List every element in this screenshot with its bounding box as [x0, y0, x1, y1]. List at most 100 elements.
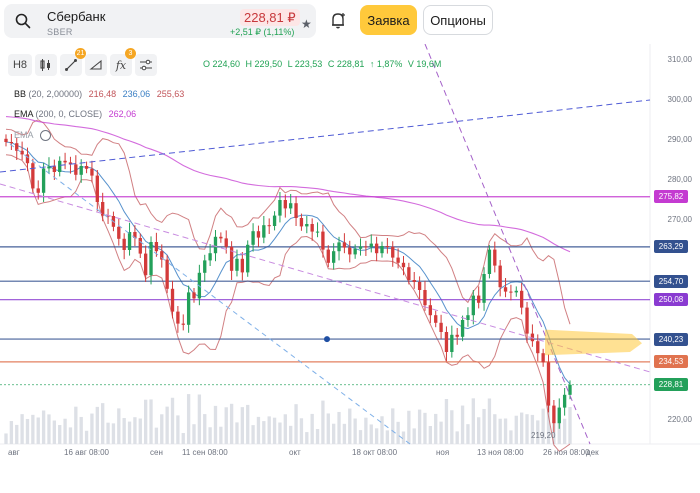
high-value: H 229,50 — [245, 59, 283, 69]
volume-bar — [79, 416, 83, 444]
volume-bar — [90, 413, 94, 444]
candle-body — [165, 259, 169, 289]
candle-body — [321, 231, 325, 250]
candle-body — [374, 243, 379, 254]
candle-body — [552, 405, 556, 424]
candle-body — [509, 291, 513, 293]
trend-line-icon — [65, 59, 77, 71]
candle-body — [117, 226, 121, 239]
x-tick-label: дек — [586, 448, 599, 457]
volume-bar — [439, 421, 443, 444]
volume-bar — [407, 410, 411, 444]
candle-body — [213, 236, 218, 254]
chart-type-button[interactable] — [35, 54, 57, 76]
volume-bar — [466, 424, 470, 444]
volume-bar — [310, 413, 314, 444]
x-tick-label: 16 авг 08:00 — [64, 448, 109, 457]
bollinger-legend[interactable]: BB (20, 2,00000) 216,48 236,06 255,63 — [14, 89, 184, 99]
candle-body — [224, 238, 228, 247]
candle-body — [63, 160, 67, 163]
candle-body — [562, 394, 567, 408]
candle-body — [192, 292, 196, 299]
candle-body — [79, 166, 83, 175]
ticker-name: Сбербанк — [47, 9, 106, 24]
low-value: L 223,53 — [287, 59, 323, 69]
bb-params: (20, 2,00000) — [28, 89, 83, 99]
ema-legend[interactable]: EMA (200, 0, CLOSE) 262,06 — [14, 109, 136, 119]
instrument-search[interactable]: Сбербанк SBER 228,81 ₽ +2,51 ₽ (1,11%) ★ — [4, 4, 316, 38]
candle-body — [127, 232, 132, 250]
candle-body — [428, 305, 433, 316]
ema-hidden-legend[interactable]: EMA — [14, 130, 51, 142]
volume-bar — [235, 422, 239, 444]
candle-body — [52, 166, 57, 172]
volume-bar — [181, 433, 185, 444]
volume-bar — [396, 421, 400, 444]
chart-settings-button[interactable] — [135, 54, 157, 76]
volume-bar — [68, 427, 73, 444]
options-button[interactable]: Опционы — [423, 5, 493, 35]
candle-body — [203, 260, 207, 273]
close-value: C 228,81 — [327, 59, 365, 69]
volume-bar — [20, 414, 24, 444]
price-level-label: 240,23 — [654, 332, 688, 346]
candle-body — [36, 188, 40, 193]
x-tick-label: 11 сен 08:00 — [182, 448, 228, 457]
candle-body — [95, 175, 99, 202]
volume-bar — [197, 394, 202, 444]
ema-name: EMA — [14, 109, 34, 119]
volume-bar — [519, 412, 524, 444]
order-button[interactable]: Заявка — [360, 5, 417, 35]
eye-off-icon[interactable] — [39, 130, 51, 142]
price-alert-button[interactable] — [324, 6, 352, 34]
volume-bar — [417, 409, 422, 444]
bell-plus-icon — [332, 13, 345, 29]
volume-bar — [423, 412, 427, 444]
candle-body — [31, 163, 35, 189]
candle-body — [299, 218, 304, 227]
drawing-tools-button[interactable]: 21 — [60, 48, 86, 76]
price-level-label: 263,29 — [654, 240, 688, 254]
candle-body — [229, 246, 234, 271]
candle-body — [176, 311, 180, 324]
volume-bar — [165, 406, 169, 444]
ema2-name: EMA — [14, 130, 34, 140]
volume-bar — [133, 417, 137, 444]
candle-body — [186, 292, 191, 325]
candle-body — [337, 242, 341, 252]
candle-body — [84, 166, 89, 169]
volume-bar — [482, 408, 486, 444]
candle-body — [4, 138, 8, 142]
timeframe-selector[interactable]: H8 — [8, 54, 32, 76]
candle-body — [407, 267, 411, 280]
candle-body — [439, 322, 443, 332]
favorite-star-icon[interactable]: ★ — [301, 17, 312, 31]
candle-body — [396, 257, 400, 263]
shapes-button[interactable] — [85, 54, 107, 76]
volume-bar — [525, 414, 529, 444]
volume-bar — [353, 418, 357, 444]
volume-bar — [117, 408, 121, 444]
volume-bar — [31, 414, 35, 444]
candle-body — [246, 244, 250, 273]
volume-bar — [127, 421, 132, 444]
indicators-button[interactable]: fx 3 — [110, 48, 136, 76]
volume-bar — [122, 418, 126, 444]
x-tick-label: авг — [8, 448, 20, 457]
volume-bar — [331, 423, 336, 444]
change-value: ↑ 1,87% — [369, 59, 403, 69]
candle-body — [208, 253, 212, 261]
candle-body — [219, 236, 223, 239]
price-chart[interactable]: H8 21 fx 3 O 224,60 H 229,50 L 223,53 C … — [0, 44, 700, 493]
bb-middle-line — [5, 141, 571, 385]
candle-body — [90, 168, 94, 176]
candle-body — [348, 247, 352, 255]
volume-bar — [514, 415, 518, 444]
volume-bar — [412, 428, 416, 444]
candle-body — [498, 265, 502, 288]
current-price: 228,81 ₽ — [240, 9, 300, 26]
candle-body — [272, 215, 277, 226]
candle-body — [9, 142, 14, 144]
candle-body — [536, 341, 540, 354]
volume-bar — [9, 421, 14, 444]
